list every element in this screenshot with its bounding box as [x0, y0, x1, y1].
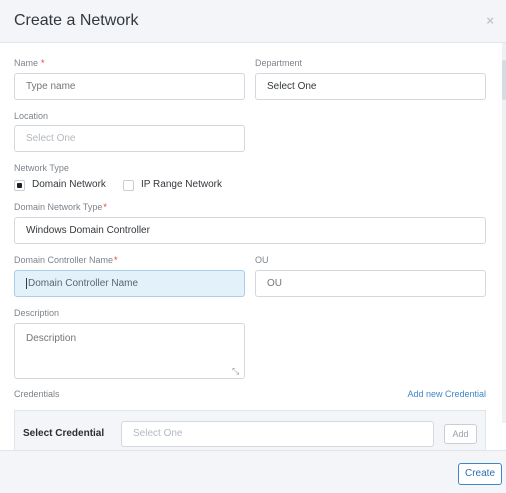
dialog-footer: Create: [0, 450, 506, 493]
domain-network-type-select[interactable]: Windows Domain Controller: [14, 217, 486, 244]
close-icon[interactable]: ×: [486, 13, 494, 28]
location-label: Location: [14, 111, 49, 121]
description-textarea[interactable]: [14, 323, 245, 379]
add-credential-button[interactable]: Add: [444, 424, 477, 444]
ip-range-network-radio[interactable]: [123, 180, 134, 191]
domain-network-radio[interactable]: [14, 180, 25, 191]
domain-network-label[interactable]: Domain Network: [32, 179, 106, 190]
required-mark: *: [103, 202, 107, 212]
scrollbar-thumb[interactable]: [502, 60, 506, 100]
text-caret: [26, 277, 27, 289]
domain-controller-name-input[interactable]: Domain Controller Name: [14, 270, 245, 297]
name-input[interactable]: [14, 73, 245, 100]
required-mark: *: [41, 58, 45, 68]
required-mark: *: [114, 255, 118, 265]
ip-range-network-label[interactable]: IP Range Network: [141, 179, 222, 190]
select-credential-label: Select Credential: [23, 428, 105, 439]
credentials-label: Credentials: [14, 389, 60, 399]
add-new-credential-link[interactable]: Add new Credential: [407, 389, 486, 399]
dialog-header: Create a Network ×: [0, 0, 506, 43]
domain-network-type-label: Domain Network Type*: [14, 202, 107, 212]
network-type-label: Network Type: [14, 163, 69, 173]
name-label: Name *: [14, 58, 45, 68]
ou-label: OU: [255, 255, 269, 265]
resize-grip-icon[interactable]: ⤡: [232, 366, 242, 376]
create-button[interactable]: Create: [458, 463, 502, 485]
scrollbar-track[interactable]: [502, 43, 506, 423]
description-label: Description: [14, 308, 60, 318]
ou-input[interactable]: [255, 270, 486, 297]
department-label: Department: [255, 58, 303, 68]
department-select[interactable]: Select One: [255, 73, 486, 100]
location-select[interactable]: Select One: [14, 125, 245, 152]
credential-select[interactable]: Select One: [121, 421, 434, 447]
dialog-title: Create a Network: [14, 12, 139, 29]
credential-panel: Select Credential Select One Add: [14, 410, 486, 450]
domain-controller-name-label: Domain Controller Name*: [14, 255, 118, 265]
